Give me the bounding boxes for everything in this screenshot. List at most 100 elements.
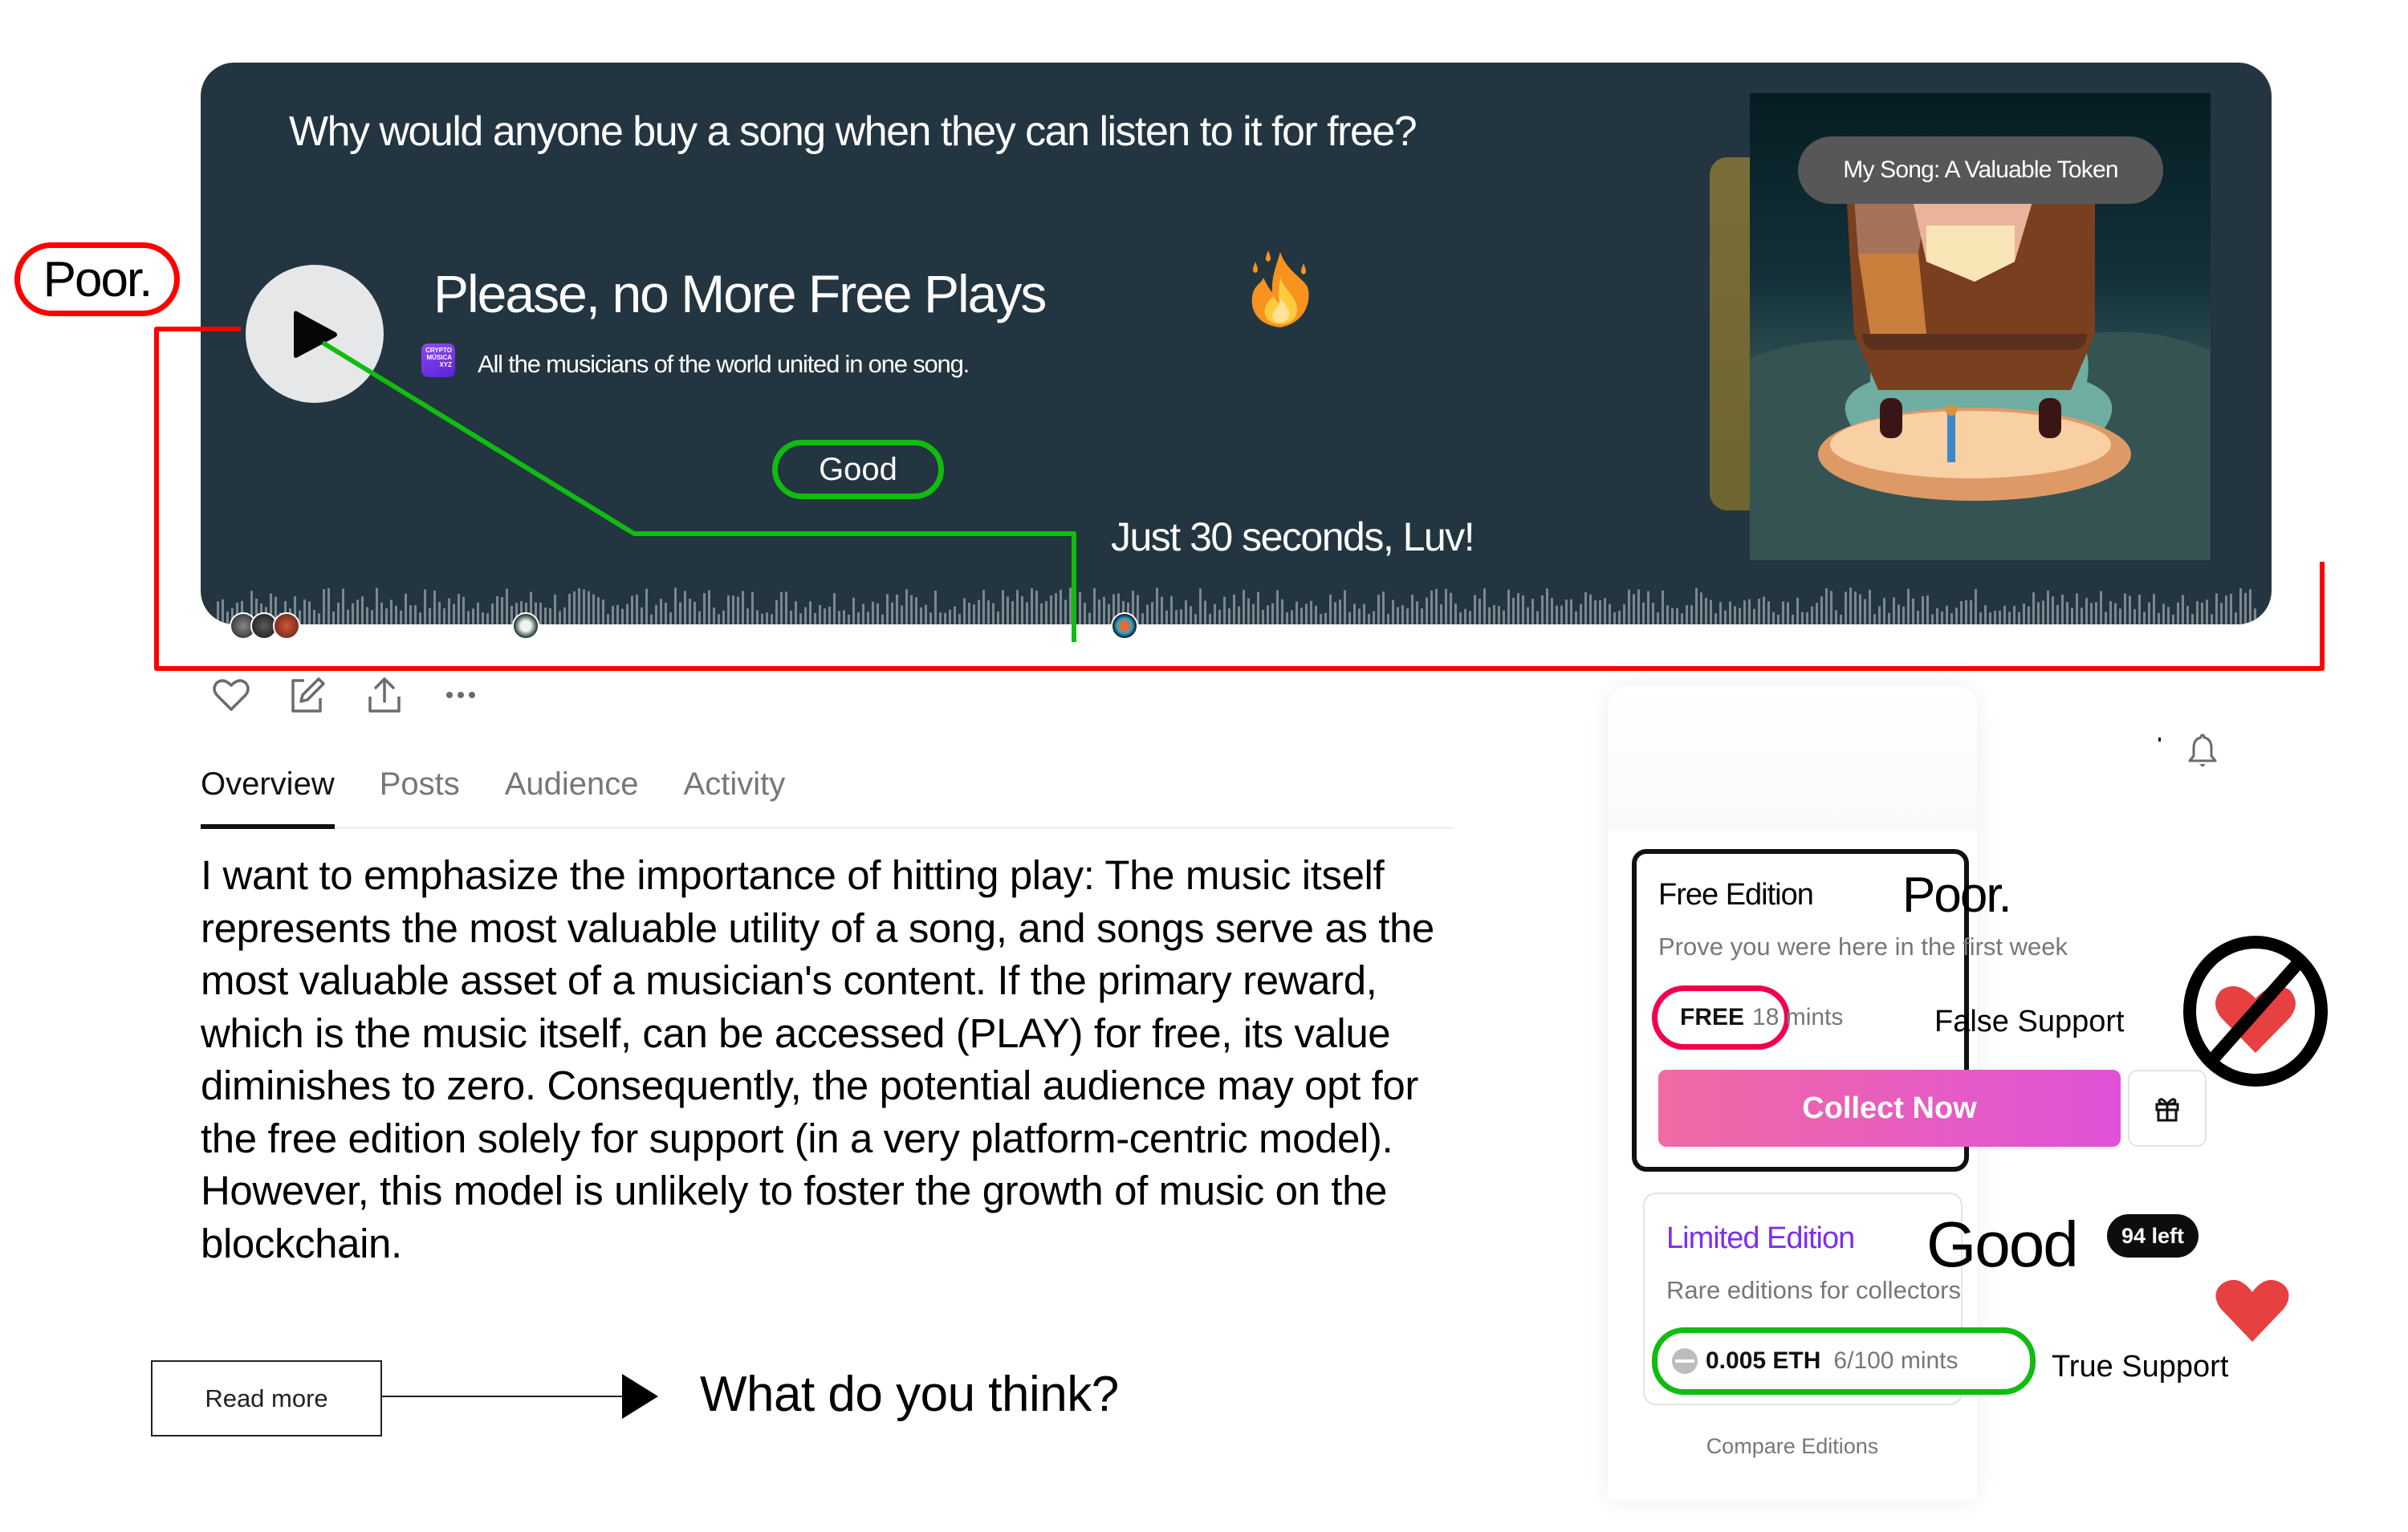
waveform-bar [2172,614,2174,624]
waveform-bar [1893,597,1895,624]
free-edition-price-pill: FREE 18 mints [1652,985,1843,1050]
waveform-bar [1777,614,1780,624]
coin-icon [1672,1348,1698,1374]
waveform-bar [674,587,677,624]
waveform-bar [332,611,335,624]
waveform-bar [795,601,797,624]
waveform-bar [419,612,421,624]
waveform-bar [1999,610,2001,624]
free-edition-mints: 18 mints [1752,1004,1844,1030]
waveform-bar [1204,600,1206,624]
project-logo[interactable]: CRYPTO MÚSICA XYZ [421,343,455,377]
share-icon[interactable] [364,674,405,716]
waveform-bar [1199,588,1202,624]
waveform-bar [477,602,479,624]
waveform-bar [1031,588,1033,624]
listener-avatar[interactable] [512,612,539,640]
waveform-bar [1397,607,1399,624]
waveform-bar [1801,612,1804,624]
waveform-bar [1286,612,1288,624]
waveform-bar [347,609,349,624]
waveform-bar [867,612,869,624]
waveform-bar [1353,603,1356,624]
waveform-bar [303,599,306,624]
waveform-bar [1748,599,1751,624]
waveform-bar [2124,593,2126,624]
waveform-bar [877,603,879,624]
waveform-scrubber[interactable] [201,586,2272,624]
waveform-bar [1445,588,1447,624]
profile-tabs: Overview Posts Audience Activity [201,766,1453,829]
waveform-bar [1185,600,1187,624]
waveform-bar [703,593,706,624]
edit-icon[interactable] [287,674,328,716]
waveform-bar [1064,599,1067,624]
waveform-bar [592,594,595,624]
remaining-badge: 94 left [2107,1214,2199,1258]
heart-icon[interactable] [210,674,252,716]
waveform-bar [2148,602,2150,624]
waveform-bar [886,594,889,624]
waveform-bar [1050,595,1052,624]
waveform-bar [1088,612,1091,624]
waveform-bar [380,602,383,624]
project-logo-text: CRYPTO MÚSICA XYZ [425,347,452,368]
fire-emoji [1251,250,1309,327]
waveform-bar [1979,612,1982,624]
waveform-bar [1281,599,1283,624]
waveform-bar [2167,607,2170,624]
waveform-bar [1084,603,1086,624]
waveform-bar [1782,601,1784,624]
tab-activity[interactable]: Activity [684,766,786,827]
collect-now-button[interactable]: Collect Now [1658,1070,2121,1147]
compare-editions-link[interactable]: Compare Editions [1608,1434,1977,1459]
waveform-bar [1011,601,1014,624]
waveform-bar [568,593,571,624]
waveform-bar [491,603,494,624]
listener-avatar[interactable] [1111,612,1138,640]
waveform-bar [1377,595,1380,624]
waveform-bar [2119,608,2121,624]
waveform-bar [588,591,590,624]
waveform-bar [833,593,836,624]
more-icon[interactable] [440,674,482,716]
waveform-bar [1209,613,1211,624]
tab-posts[interactable]: Posts [380,766,460,827]
waveform-bar [626,603,628,624]
tab-overview[interactable]: Overview [201,766,335,829]
waveform-bar [742,591,744,624]
song-player-card: Why would anyone buy a song when they ca… [201,63,2272,624]
waveform-bar [612,605,614,624]
waveform-bar [1965,599,1967,624]
waveform-bar [1652,602,1654,624]
tab-audience[interactable]: Audience [505,766,639,827]
waveform-bar [2105,612,2107,624]
waveform-bar [1305,603,1308,624]
waveform-bar [1271,603,1274,624]
waveform-bar [857,612,860,624]
waveform-bar [2023,603,2025,624]
read-more-button[interactable]: Read more [151,1360,382,1437]
waveform-bar [1233,594,1235,624]
waveform-bar [1045,601,1047,624]
bell-icon[interactable] [2185,732,2220,769]
waveform-bar [1570,599,1572,624]
waveform-bar [1989,612,1991,624]
play-button[interactable] [246,265,384,403]
waveform-bar [607,614,609,624]
listener-avatar[interactable] [273,612,300,640]
waveform-bar [222,599,224,624]
waveform-bar [1719,602,1722,624]
waveform-bar [2225,595,2227,624]
waveform-bar [766,612,768,624]
poor-annotation-badge: Poor. [14,242,180,316]
waveform-bar [1686,605,1688,624]
waveform-bar [1560,605,1563,624]
waveform-bar [838,611,840,624]
waveform-bar [1662,590,1664,624]
waveform-bar [2201,602,2203,624]
waveform-bar [371,610,373,624]
waveform-bar [352,603,354,624]
waveform-bar [650,614,653,624]
waveform-bar [1382,591,1385,624]
